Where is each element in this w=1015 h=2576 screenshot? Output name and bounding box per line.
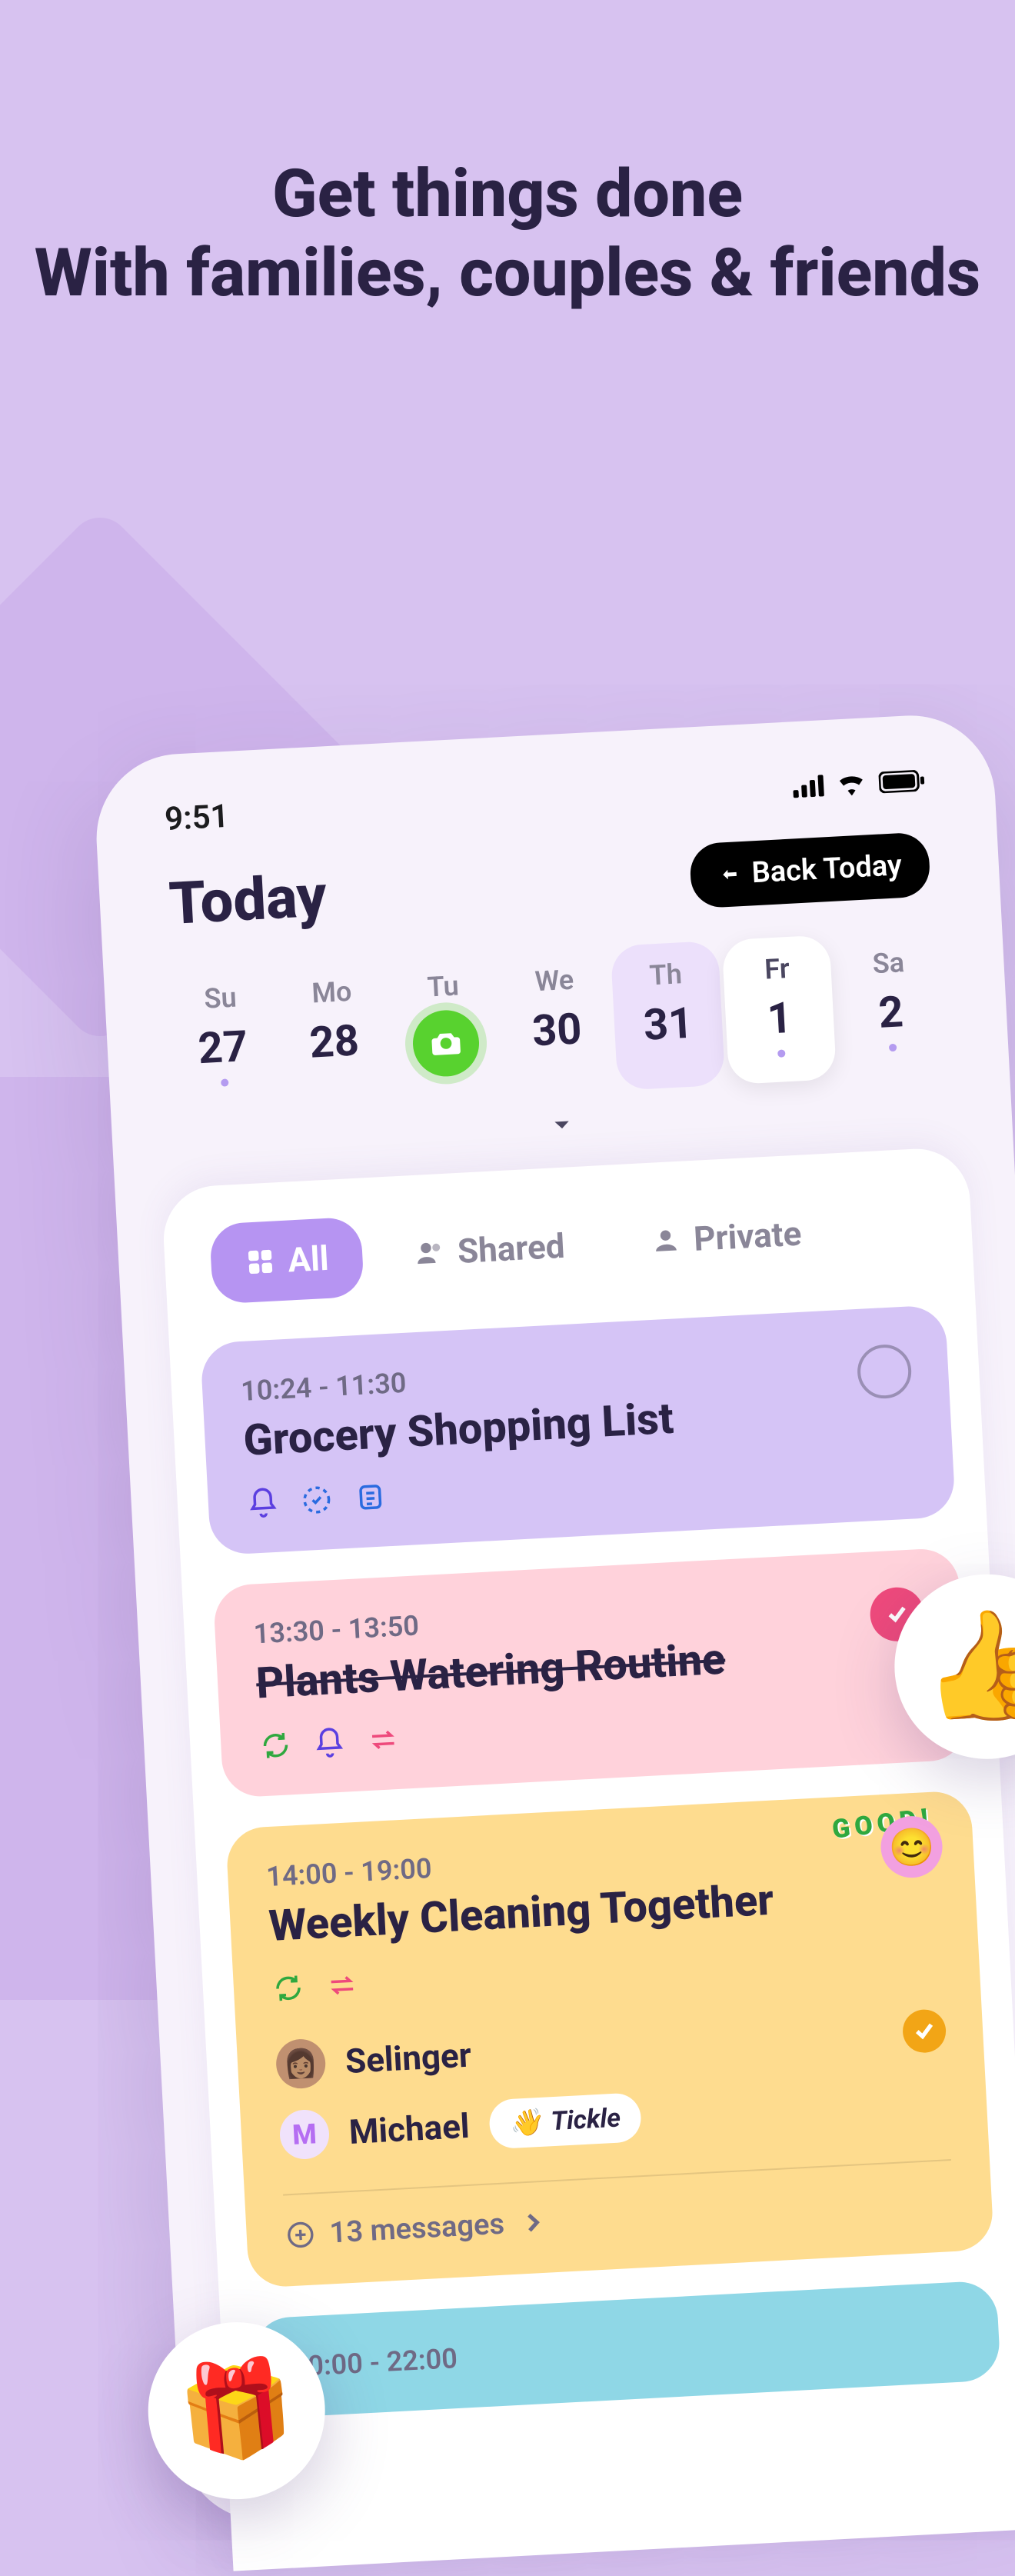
day-abbr: Th [611, 956, 720, 994]
grid-icon [245, 1246, 277, 1278]
day-fr[interactable]: Fr 1 [721, 935, 837, 1085]
messages-link[interactable]: 13 messages [285, 2184, 954, 2252]
day-abbr: Sa [834, 945, 943, 982]
phone-frame: 9:51 Today Back Today Su 27 [92, 711, 1015, 2525]
tickle-label: Tickle [551, 2103, 621, 2138]
wifi-icon [835, 771, 867, 796]
filter-shared[interactable]: Shared [378, 1205, 601, 1296]
page-title: Today [168, 861, 328, 939]
day-dot [221, 1079, 229, 1088]
sync-icon [258, 1729, 292, 1763]
filter-all[interactable]: All [209, 1217, 364, 1305]
repeat-icon [366, 1723, 400, 1757]
day-su[interactable]: Su 27 [165, 964, 280, 1114]
day-number: 30 [502, 1002, 612, 1058]
people-icon [414, 1237, 446, 1269]
progress-icon [300, 1483, 334, 1517]
day-number: 27 [168, 1019, 278, 1075]
day-abbr: Tu [388, 968, 498, 1005]
day-dot [777, 1050, 786, 1058]
headline-line1: Get things done [0, 154, 1015, 233]
filter-private[interactable]: Private [615, 1192, 837, 1284]
back-today-button[interactable]: Back Today [689, 832, 931, 909]
task-card[interactable]: 10:24 - 11:30 Grocery Shopping List [200, 1305, 956, 1555]
marketing-headline: Get things done With families, couples &… [0, 0, 1015, 312]
check-icon [911, 2018, 937, 2044]
day-number: 28 [279, 1014, 389, 1070]
tickle-button[interactable]: 👋 Tickle [488, 2093, 642, 2150]
chevron-right-icon [517, 2207, 550, 2239]
filter-private-label: Private [693, 1214, 803, 1259]
messages-label: 13 messages [329, 2208, 505, 2251]
avatar: 👩🏽 [275, 2038, 327, 2090]
camera-icon [428, 1026, 464, 1061]
assignee-name: Michael [348, 2106, 471, 2152]
add-message-icon [285, 2219, 317, 2251]
task-time: 20:00 - 22:00 [291, 2316, 961, 2383]
day-dot [889, 1044, 897, 1052]
day-th[interactable]: Th 31 [611, 941, 726, 1091]
chevron-down-icon [544, 1107, 580, 1142]
camera-button[interactable] [411, 1009, 481, 1078]
day-sa[interactable]: Sa 2 [833, 929, 948, 1079]
headline-line2: With families, couples & friends [0, 233, 1015, 312]
bell-icon [312, 1726, 346, 1760]
task-card[interactable]: GOOD! 😊 14:00 - 19:00 Weekly Cleaning To… [225, 1790, 994, 2288]
day-abbr: We [500, 962, 609, 1000]
person-icon [650, 1225, 682, 1257]
repeat-icon [325, 1968, 359, 2002]
day-abbr: Mo [277, 974, 386, 1011]
day-number: 1 [724, 990, 834, 1046]
day-tu[interactable]: Tu [388, 952, 503, 1102]
day-abbr: Fr [723, 951, 832, 988]
day-we[interactable]: We 30 [499, 947, 614, 1097]
day-number: 31 [613, 996, 723, 1052]
assignee-name: Selinger [344, 2035, 472, 2082]
sync-icon [271, 1971, 305, 2005]
bell-icon [246, 1486, 280, 1520]
day-mo[interactable]: Mo 28 [276, 958, 391, 1108]
wave-icon: 👋 [508, 2107, 542, 2139]
back-today-label: Back Today [751, 849, 903, 891]
filter-all-label: All [287, 1238, 330, 1281]
task-card[interactable]: 20:00 - 22:00 [251, 2281, 1000, 2420]
battery-icon [878, 769, 925, 793]
day-number: 2 [836, 985, 946, 1041]
back-arrow-icon [717, 862, 742, 887]
cellular-icon [792, 775, 824, 798]
task-card[interactable]: 13:30 - 13:50 Plants Watering Routine [213, 1548, 969, 1798]
avatar: M [278, 2109, 330, 2161]
filter-shared-label: Shared [457, 1226, 566, 1271]
day-abbr: Su [166, 979, 275, 1017]
status-time: 9:51 [164, 798, 230, 838]
note-icon [354, 1481, 388, 1515]
